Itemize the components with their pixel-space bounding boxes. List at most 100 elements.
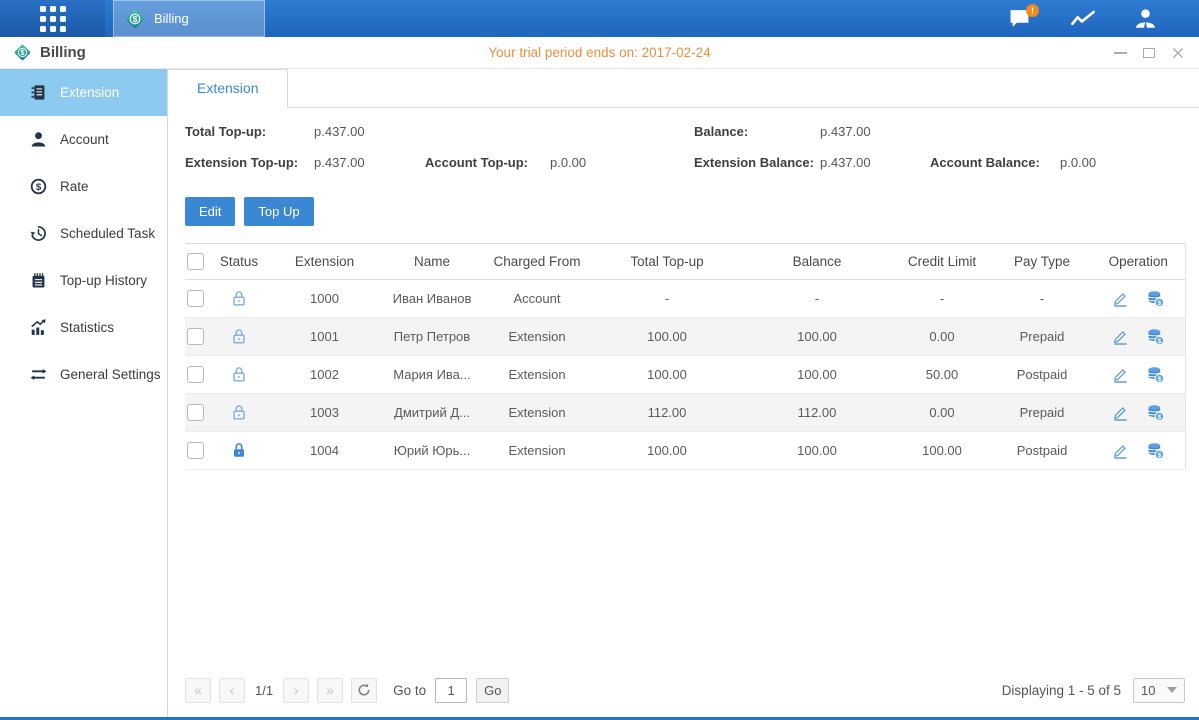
- statistics-button[interactable]: [1070, 9, 1096, 28]
- refresh-icon: [357, 683, 371, 697]
- goto-page-input[interactable]: [435, 678, 467, 703]
- taskbar-item-billing[interactable]: $ Billing: [113, 0, 265, 37]
- cell-balance: 112.00: [742, 394, 892, 432]
- page-indicator: 1/1: [255, 683, 273, 698]
- minimize-icon[interactable]: [1113, 46, 1127, 60]
- sidebar-item-scheduled-task[interactable]: Scheduled Task: [0, 210, 167, 257]
- col-operation: Operation: [1092, 244, 1185, 280]
- locked-icon[interactable]: [231, 442, 247, 459]
- row-checkbox[interactable]: [187, 404, 204, 421]
- user-icon: [1134, 8, 1157, 29]
- maximize-icon[interactable]: [1142, 46, 1156, 60]
- person-icon: [30, 131, 47, 148]
- cell-balance: 100.00: [742, 356, 892, 394]
- page-size-value: 10: [1141, 683, 1155, 698]
- edit-button[interactable]: Edit: [185, 197, 235, 226]
- ledger-icon: [30, 84, 47, 101]
- cell-total-topup: -: [592, 280, 742, 318]
- edit-pencil-icon[interactable]: [1112, 442, 1129, 459]
- sidebar-item-label: Statistics: [60, 320, 114, 335]
- account-topup-label: Account Top-up:: [425, 155, 528, 170]
- cell-name: Иван Иванов: [382, 280, 482, 318]
- account-topup-value: p.0.00: [550, 155, 586, 170]
- sidebar-item-extension[interactable]: Extension: [0, 69, 167, 116]
- app-grid-icon[interactable]: [40, 6, 66, 32]
- col-extension: Extension: [267, 244, 382, 280]
- tab-extension[interactable]: Extension: [168, 69, 288, 108]
- close-icon[interactable]: [1171, 46, 1185, 60]
- topup-coins-icon[interactable]: $: [1147, 328, 1164, 345]
- row-checkbox[interactable]: [187, 328, 204, 345]
- prev-page-button[interactable]: ‹: [219, 678, 245, 703]
- topup-coins-icon[interactable]: $: [1147, 290, 1164, 307]
- cell-charged-from: Extension: [482, 432, 592, 470]
- user-menu-button[interactable]: [1134, 8, 1157, 29]
- row-checkbox[interactable]: [187, 442, 204, 459]
- first-page-icon: «: [194, 682, 202, 698]
- cell-extension: 1003: [267, 394, 382, 432]
- sidebar-item-label: Rate: [60, 179, 89, 194]
- cell-balance: -: [742, 280, 892, 318]
- cell-total-topup: 112.00: [592, 394, 742, 432]
- total-topup-value: p.437.00: [314, 124, 365, 139]
- edit-pencil-icon[interactable]: [1112, 404, 1129, 421]
- cell-extension: 1004: [267, 432, 382, 470]
- select-all-checkbox[interactable]: [187, 253, 204, 270]
- topup-button[interactable]: Top Up: [244, 197, 313, 226]
- sliders-icon: [30, 366, 47, 383]
- edit-pencil-icon[interactable]: [1112, 328, 1129, 345]
- billing-diamond-icon-small: $: [13, 43, 32, 62]
- sidebar-item-statistics[interactable]: Statistics: [0, 304, 167, 351]
- account-balance-label: Account Balance:: [930, 155, 1040, 170]
- table-row: 1001 Петр Петров Extension 100.00 100.00…: [185, 318, 1185, 356]
- chat-button[interactable]: !: [1008, 8, 1032, 29]
- dollar-circle-icon: $: [30, 178, 47, 195]
- window-titlebar: $ Billing Your trial period ends on: 201…: [0, 37, 1199, 69]
- cell-extension: 1001: [267, 318, 382, 356]
- cell-pay-type: Prepaid: [992, 318, 1092, 356]
- sidebar-item-rate[interactable]: $ Rate: [0, 163, 167, 210]
- edit-pencil-icon[interactable]: [1112, 366, 1129, 383]
- table-row: 1004 Юрий Юрь... Extension 100.00 100.00…: [185, 432, 1185, 470]
- topup-coins-icon[interactable]: $: [1147, 366, 1164, 383]
- cell-pay-type: Postpaid: [992, 356, 1092, 394]
- cell-charged-from: Account: [482, 280, 592, 318]
- page-size-select[interactable]: 10: [1133, 678, 1185, 703]
- cell-charged-from: Extension: [482, 394, 592, 432]
- balance-label: Balance:: [694, 124, 748, 139]
- first-page-button[interactable]: «: [185, 678, 211, 703]
- cell-credit-limit: 100.00: [892, 432, 992, 470]
- cell-name: Мария Ива...: [382, 356, 482, 394]
- sidebar-item-label: Account: [60, 132, 109, 147]
- chevron-down-icon: [1167, 687, 1177, 693]
- next-page-button[interactable]: ›: [283, 678, 309, 703]
- edit-pencil-icon[interactable]: [1112, 290, 1129, 307]
- topup-coins-icon[interactable]: $: [1147, 442, 1164, 459]
- unlocked-icon[interactable]: [231, 328, 247, 345]
- next-page-icon: ›: [294, 682, 299, 698]
- sidebar-item-general-settings[interactable]: General Settings: [0, 351, 167, 398]
- unlocked-icon[interactable]: [231, 366, 247, 383]
- taskbar-item-label: Billing: [154, 11, 189, 26]
- extension-balance-label: Extension Balance:: [694, 155, 814, 170]
- cell-credit-limit: 50.00: [892, 356, 992, 394]
- last-page-icon: »: [326, 682, 334, 698]
- refresh-button[interactable]: [351, 678, 377, 703]
- row-checkbox[interactable]: [187, 366, 204, 383]
- sidebar-item-topup-history[interactable]: Top-up History: [0, 257, 167, 304]
- cell-total-topup: 100.00: [592, 318, 742, 356]
- history-clock-icon: [30, 225, 47, 242]
- goto-label: Go to: [393, 683, 426, 698]
- unlocked-icon[interactable]: [231, 404, 247, 421]
- topup-coins-icon[interactable]: $: [1147, 404, 1164, 421]
- table-row: 1002 Мария Ива... Extension 100.00 100.0…: [185, 356, 1185, 394]
- last-page-button[interactable]: »: [317, 678, 343, 703]
- row-checkbox[interactable]: [187, 290, 204, 307]
- cell-balance: 100.00: [742, 432, 892, 470]
- sidebar-item-label: Scheduled Task: [60, 226, 155, 241]
- unlocked-icon[interactable]: [231, 290, 247, 307]
- go-button[interactable]: Go: [476, 678, 509, 703]
- extension-table-area: Status Extension Name Charged From Total…: [185, 243, 1185, 669]
- svg-text:$: $: [1158, 414, 1162, 421]
- sidebar-item-account[interactable]: Account: [0, 116, 167, 163]
